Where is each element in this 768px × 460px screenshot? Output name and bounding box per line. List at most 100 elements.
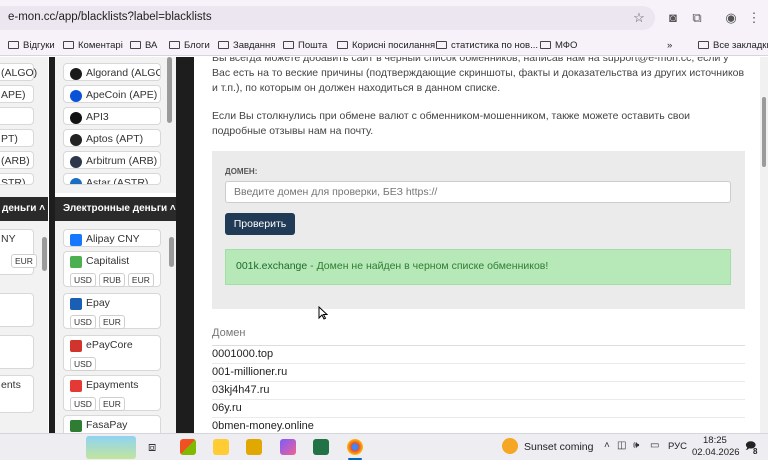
currency-item[interactable]: FasaPay — [63, 415, 161, 433]
coin-item[interactable]: Arbitrum (ARB) — [63, 151, 161, 169]
coin-item[interactable] — [0, 107, 34, 125]
bookmark-item[interactable]: Відгуки — [8, 38, 55, 54]
copilot-icon[interactable] — [280, 439, 296, 455]
folder-app-icon[interactable] — [246, 439, 262, 455]
table-row[interactable]: 06y.ru — [212, 400, 745, 418]
bookmark-item-all[interactable]: Все закладки — [698, 38, 768, 54]
currency-item[interactable]: NY EUR — [0, 229, 37, 275]
bookmark-item[interactable]: Пошта — [283, 38, 327, 54]
currency-tag[interactable]: USD — [70, 273, 96, 287]
table-row[interactable]: 03kj4h47.ru — [212, 382, 745, 400]
extensions-icon[interactable]: ⧉ — [688, 9, 706, 27]
chevron-up-icon: ˄ — [167, 203, 176, 214]
profile-icon[interactable]: ◉ — [722, 9, 740, 27]
language-indicator[interactable]: РУС — [668, 441, 687, 452]
currency-tag[interactable]: EUR — [98, 315, 125, 329]
volume-icon[interactable]: 🕪 — [633, 440, 639, 451]
bookmark-label: Відгуки — [23, 40, 55, 51]
coin-name: PT) — [1, 133, 18, 145]
currency-item[interactable]: Epayments USD EUR — [63, 375, 161, 411]
bookmark-item[interactable]: Коментарі — [63, 38, 123, 54]
task-view-icon[interactable]: ⧈ — [148, 439, 164, 455]
coin-item[interactable]: PT) — [0, 129, 34, 147]
domain-label: ДОМЕН: — [225, 167, 258, 176]
bookmark-item[interactable]: Корисні посилання — [337, 38, 435, 54]
coin-logo-icon — [70, 68, 82, 80]
battery-icon[interactable]: ▭ — [650, 440, 659, 451]
crypto-scrollbar-thumb[interactable] — [167, 57, 172, 123]
bookmark-item[interactable]: ВА — [130, 38, 157, 54]
coin-item[interactable]: Astar (ASTR) — [63, 173, 161, 185]
folder-icon — [283, 41, 294, 49]
clock-date[interactable]: 02.04.2026 — [692, 447, 740, 458]
currency-item[interactable]: Capitalist USD RUB EUR — [63, 251, 161, 287]
currency-item[interactable] — [0, 335, 34, 369]
left-scrollbar-thumb[interactable] — [42, 237, 47, 271]
emoney-scrollbar-thumb[interactable] — [169, 237, 174, 267]
currency-item[interactable]: ePayCore USD — [63, 335, 161, 371]
url-field[interactable]: e-mon.cc/app/blacklists?label=blacklists… — [0, 6, 655, 30]
domain-input[interactable] — [225, 181, 731, 203]
coin-item[interactable]: Aptos (APT) — [63, 129, 161, 147]
coin-name: Algorand (ALGO) — [86, 67, 161, 79]
currency-tag[interactable]: RUB — [98, 273, 125, 287]
domain-cell: 06y.ru — [212, 402, 242, 414]
column-header-left[interactable]: деньги ˄ — [0, 197, 48, 221]
folder-icon — [8, 41, 19, 49]
page-scrollbar-thumb[interactable] — [762, 97, 766, 167]
currency-item[interactable]: Alipay CNY — [63, 229, 161, 247]
column-header-emoney[interactable]: Электронные деньги ˄ — [55, 197, 176, 221]
currency-item[interactable]: ents — [0, 375, 34, 413]
check-button[interactable]: Проверить — [225, 213, 295, 235]
coin-name: APE) — [1, 89, 26, 101]
currency-item[interactable] — [0, 293, 34, 327]
bookmark-star-icon[interactable]: ☆ — [630, 9, 648, 27]
menu-icon[interactable]: ⋮ — [745, 9, 763, 27]
weather-widget-left[interactable] — [86, 436, 136, 459]
camera-icon[interactable]: ◙ — [664, 9, 682, 27]
bookmark-item[interactable]: статистика по нов... — [436, 38, 538, 54]
coin-item[interactable]: (ALGO) — [0, 63, 37, 81]
coin-name: Astar (ASTR) — [86, 177, 149, 185]
currency-tag[interactable]: USD — [70, 315, 96, 329]
table-row[interactable]: 001-millioner.ru — [212, 364, 745, 382]
table-row[interactable]: 0001000.top — [212, 346, 745, 364]
windows-start-icon[interactable] — [180, 439, 196, 455]
coin-name: Aptos (APT) — [86, 133, 144, 145]
currency-name: NY — [1, 233, 16, 245]
coin-item[interactable]: STR) — [0, 173, 34, 185]
bookmark-item[interactable]: Завдання — [218, 38, 275, 54]
coin-item[interactable]: ApeCoin (APE) — [63, 85, 161, 103]
page-content: (ALGO) APE) PT) (ARB) STR) деньги ˄ NY EU… — [0, 57, 768, 433]
coin-name: API3 — [86, 111, 109, 123]
currency-tag[interactable]: EUR — [127, 273, 154, 287]
chrome-icon[interactable] — [347, 439, 363, 455]
currency-tag[interactable]: USD — [70, 397, 96, 411]
currency-tag[interactable]: EUR — [98, 397, 125, 411]
paragraph-line: Если Вы столкнулись при обмене валют с о… — [212, 110, 691, 122]
network-icon[interactable]: ◫ — [617, 440, 626, 451]
coin-item[interactable]: (ARB) — [0, 151, 34, 169]
excel-icon[interactable] — [313, 439, 329, 455]
bookmark-label: статистика по нов... — [451, 40, 538, 51]
coin-item[interactable]: Algorand (ALGO) — [63, 63, 161, 81]
currency-tags: USD — [70, 357, 99, 371]
currency-logo-icon — [70, 234, 82, 246]
coin-item[interactable]: APE) — [0, 85, 34, 103]
result-alert: 001k.exchange - Домен не найден в черном… — [225, 249, 731, 285]
currency-name: Capitalist — [86, 255, 130, 267]
bookmark-label: Все закладки — [713, 40, 768, 51]
bookmark-item[interactable]: Блоги — [169, 38, 210, 54]
weather-text[interactable]: Sunset coming — [524, 441, 593, 453]
currency-tag[interactable]: USD — [70, 357, 96, 371]
more-bookmarks-button[interactable]: » — [667, 38, 672, 54]
coin-item[interactable]: API3 — [63, 107, 161, 125]
table-row[interactable]: 0bmen-money.online — [212, 418, 745, 433]
bookmark-item[interactable]: МФО — [540, 38, 577, 54]
paragraph-line: и т.п.), по которым он должен находиться… — [212, 82, 501, 94]
column-divider — [176, 57, 194, 433]
file-explorer-icon[interactable] — [213, 439, 229, 455]
currency-item[interactable]: Epay USD EUR — [63, 293, 161, 329]
chevron-up-tray-icon[interactable]: ˄ — [604, 440, 610, 451]
clock-time[interactable]: 18:25 — [703, 435, 727, 446]
